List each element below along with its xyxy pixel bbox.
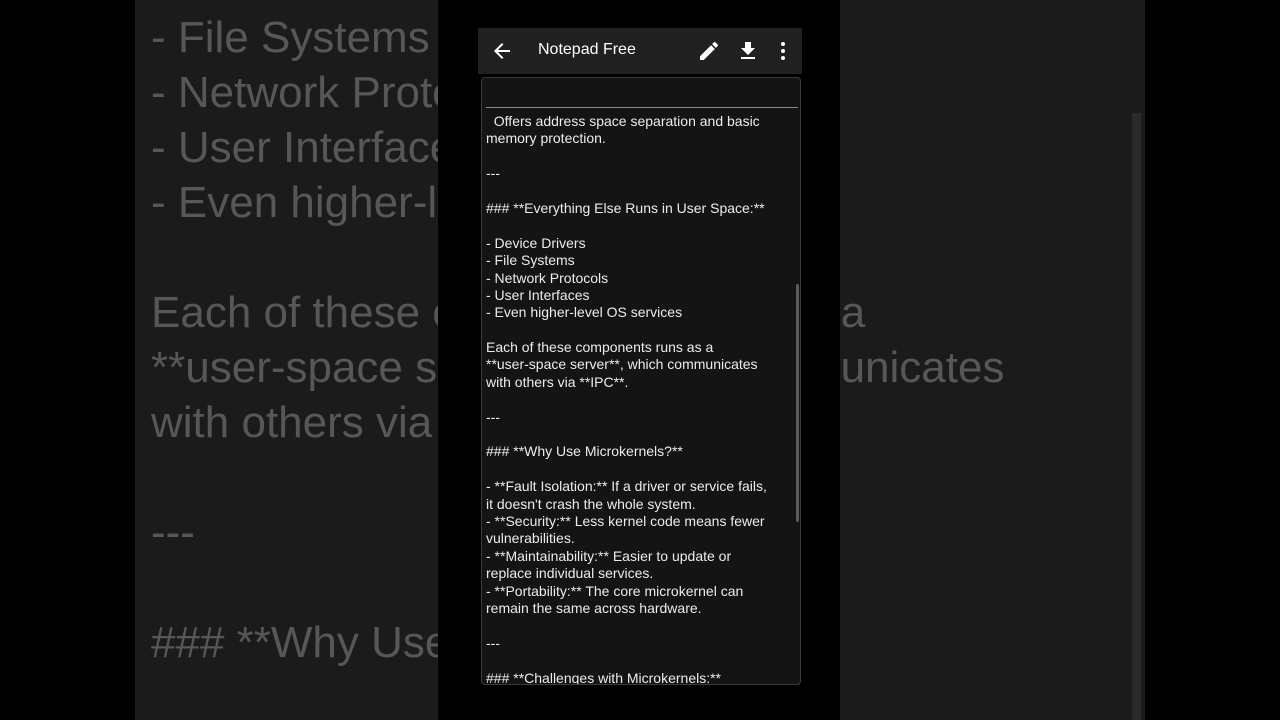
note-line [486,426,792,443]
note-line: - Network Protocols [486,269,609,286]
note-line: Offers address space separation and basi… [486,113,760,129]
arrow-back-icon[interactable] [490,39,514,63]
note-line [486,183,792,200]
text-divider [486,107,798,108]
note-line: - **Fault Isolation:** If a driver or se… [486,478,767,495]
note-editor[interactable]: Offers address space separation and basi… [481,77,801,685]
app-title: Notepad Free [538,41,636,58]
background-line: - User Interfaces [151,123,477,172]
note-line: remain the same across hardware. [486,599,702,616]
note-line: --- [486,165,500,182]
note-line: vulnerabilities. [486,530,575,547]
note-line: --- [486,634,500,651]
note-line: - **Portability:** The core microkernel … [486,582,744,599]
download-icon[interactable] [736,39,760,63]
note-line [486,461,792,478]
note-line: **user-space server**, which communicate… [486,356,758,373]
background-scrollbar [1132,113,1141,720]
note-line: - File Systems [486,252,575,269]
note-line: ### **Challenges with Microkernels:** [486,669,722,685]
note-line: Each of these components runs as a [486,339,714,356]
note-line: it doesn't crash the whole system. [486,495,696,512]
note-line: - Even higher-level OS services [486,304,683,321]
note-content[interactable]: Offers address space separation and basi… [486,113,792,685]
more-vertical-icon[interactable] [771,39,795,63]
note-line: with others via **IPC**. [486,373,629,390]
note-line: ### **Why Use Microkernels?** [486,443,683,460]
note-line: memory protection. [486,130,606,147]
editor-scrollbar[interactable] [796,284,799,522]
note-line: - **Maintainability:** Easier to update … [486,547,732,564]
note-line: - User Interfaces [486,286,590,303]
note-line: --- [486,408,500,425]
app-bar: Notepad Free [478,28,802,74]
note-line [486,617,792,634]
background-line: - File Systems [151,13,430,62]
note-line: - **Security:** Less kernel code means f… [486,512,765,529]
note-line [486,652,792,669]
note-line [486,217,792,234]
note-line: ### **Everything Else Runs in User Space… [486,199,765,216]
note-line [486,148,792,165]
notepad-app: Notepad Free Offers address space separa… [478,28,802,686]
edit-icon[interactable] [697,39,721,63]
note-line [486,322,792,339]
background-line: --- [151,508,195,557]
note-line: replace individual services. [486,565,654,582]
note-line: - Device Drivers [486,234,586,251]
note-line [486,391,792,408]
